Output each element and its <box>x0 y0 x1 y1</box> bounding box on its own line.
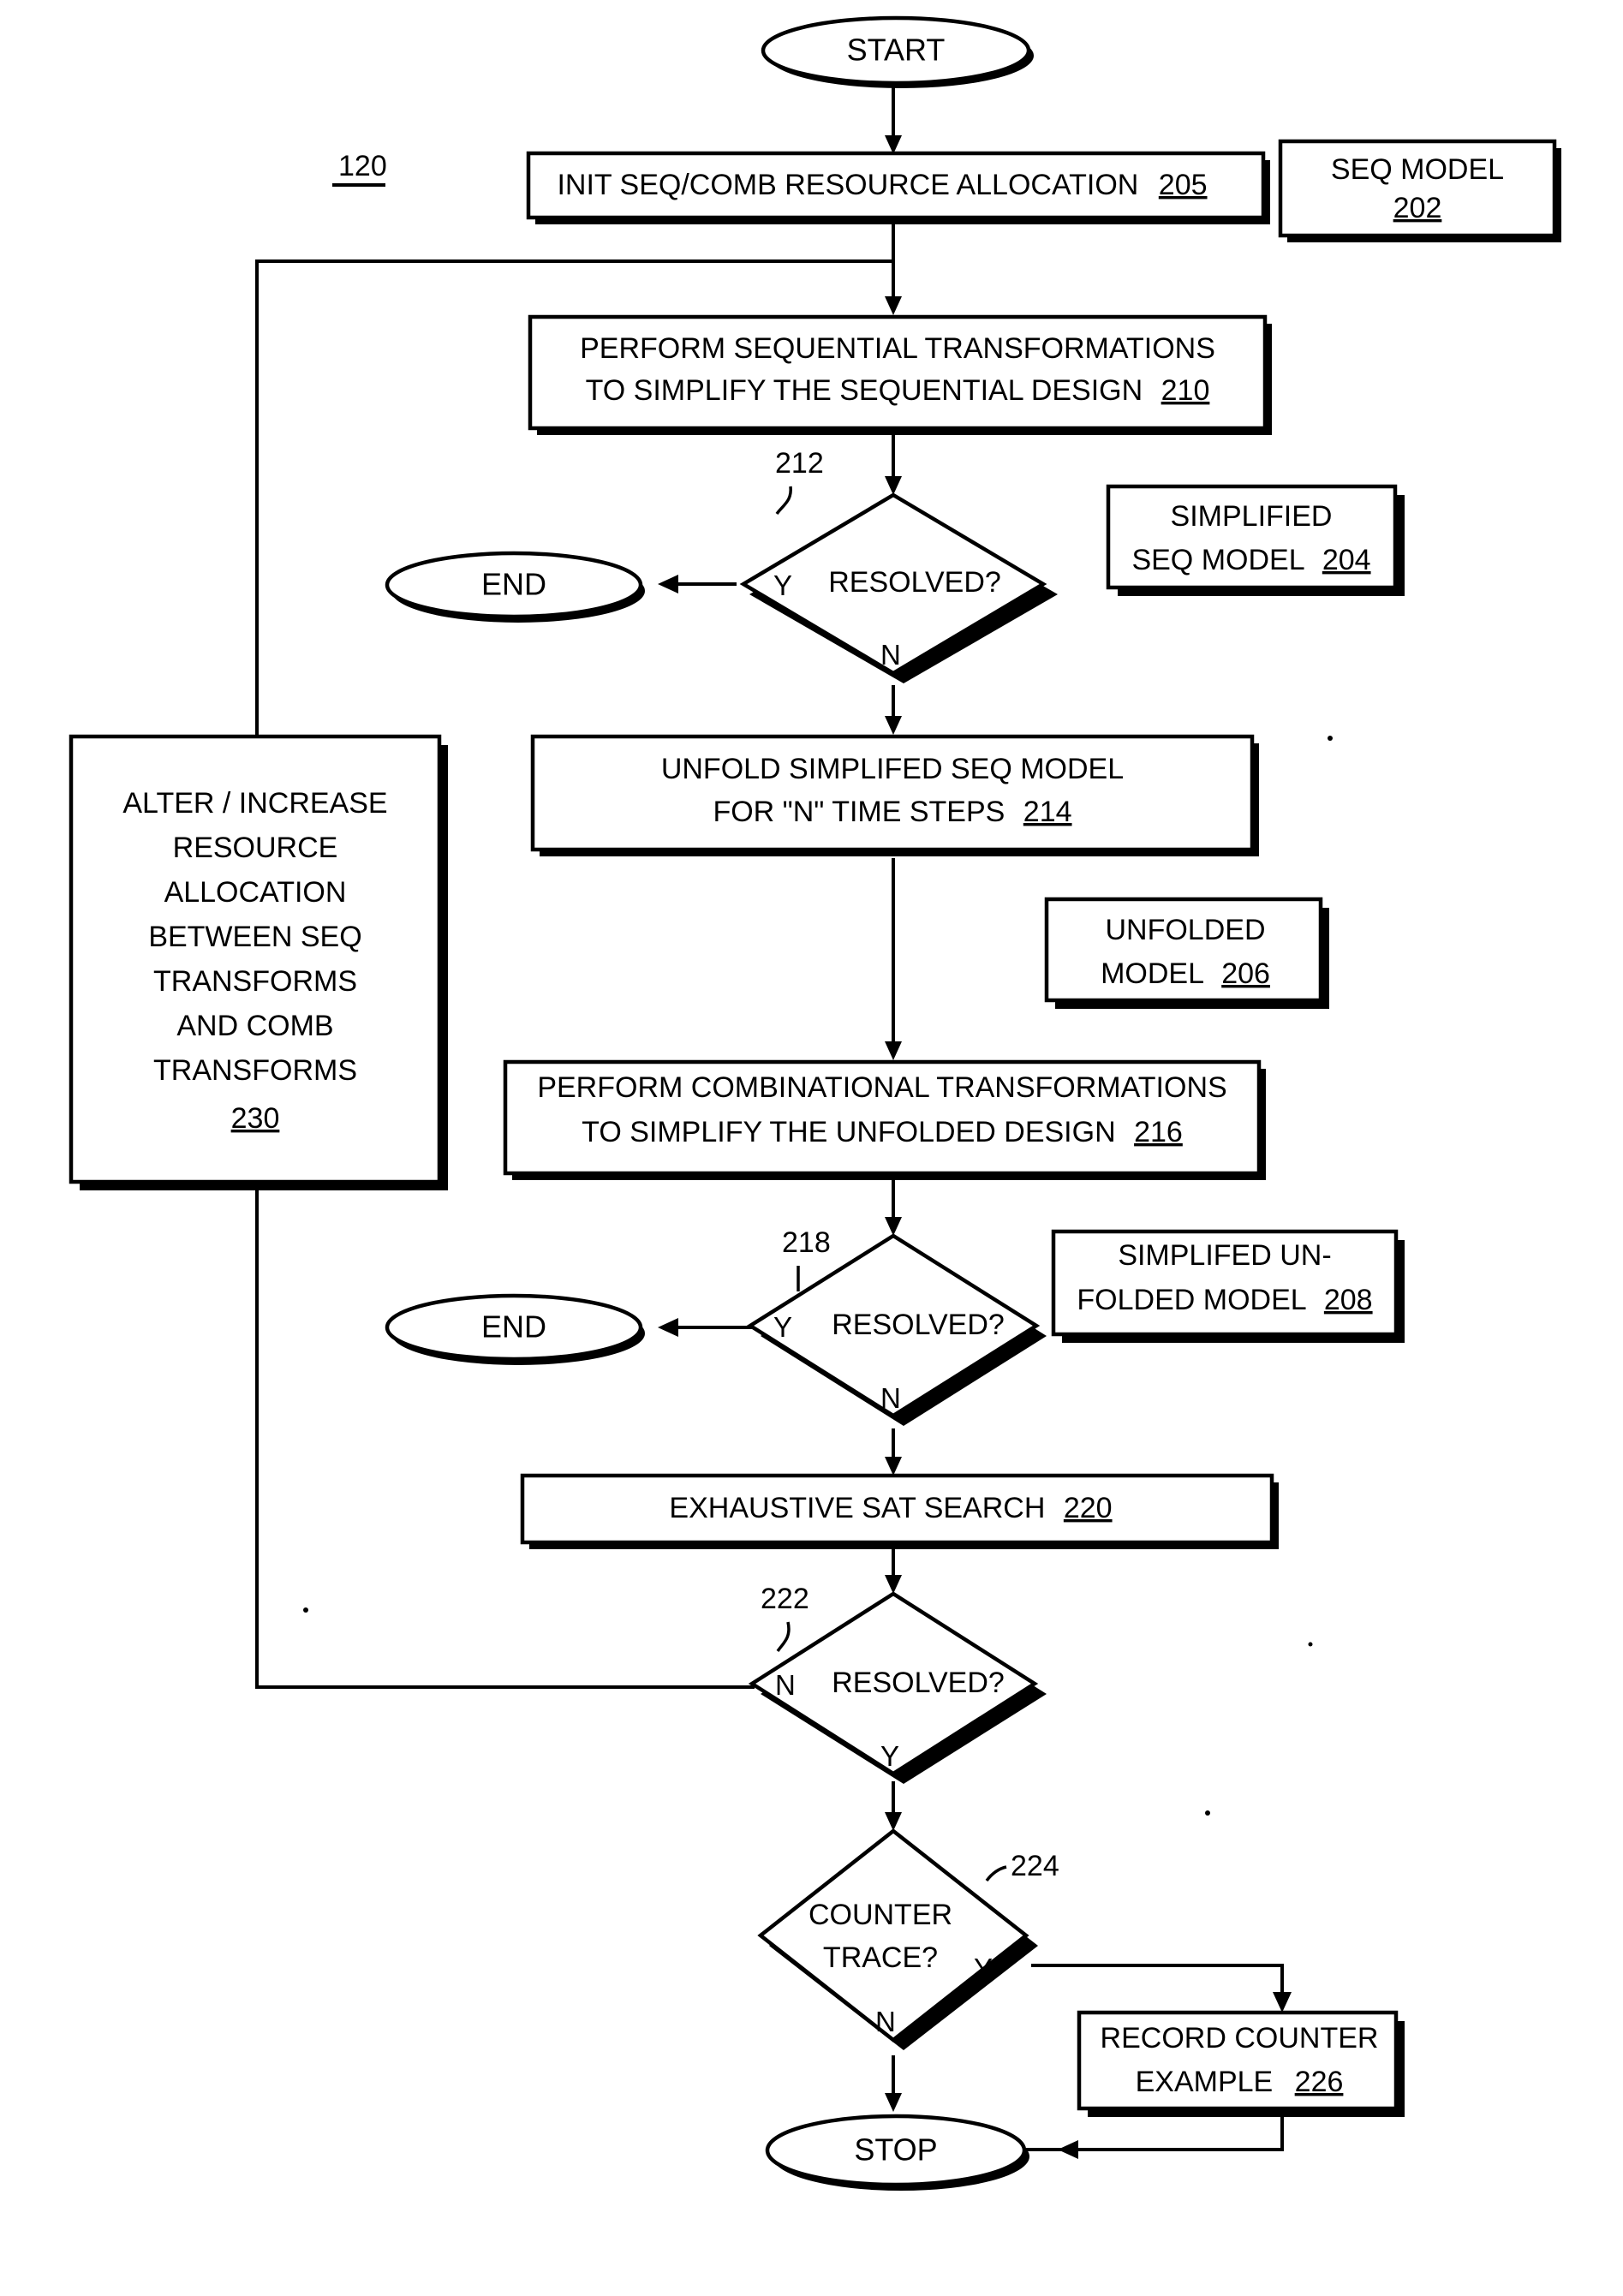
node-decision-218-yes: Y <box>773 1311 792 1343</box>
node-decision-222: RESOLVED? N Y 222 <box>748 1583 1047 1784</box>
node-unfolded-model-ref: 206 <box>1221 957 1270 990</box>
node-unfolded-model-line2: MODEL <box>1101 957 1203 990</box>
node-decision-212-label: RESOLVED? <box>828 566 1001 599</box>
figure-label-text: 120 <box>338 150 387 182</box>
node-unfolded-model-line1: UNFOLDED <box>1105 914 1265 946</box>
svg-text:INIT SEQ/COMB RESOURCE ALLOCAT: INIT SEQ/COMB RESOURCE ALLOCATION 205 <box>557 169 1207 201</box>
node-decision-222-ref: 222 <box>761 1583 809 1615</box>
figure-label: 120 <box>332 150 387 187</box>
node-decision-218: RESOLVED? Y N 218 <box>746 1226 1047 1426</box>
node-unfold: UNFOLD SIMPLIFED SEQ MODEL FOR "N" TIME … <box>530 734 1259 856</box>
node-alter-increase-line-3: BETWEEN SEQ <box>148 921 361 953</box>
svg-text:TO SIMPLIFY THE UNFOLDED DESIG: TO SIMPLIFY THE UNFOLDED DESIGN 216 <box>582 1116 1183 1148</box>
node-simplified-unfolded-model-line2: FOLDED MODEL <box>1077 1284 1305 1316</box>
node-simplified-unfolded-model: SIMPLIFED UN- FOLDED MODEL 208 <box>1051 1229 1405 1343</box>
flowchart-canvas: 120 START INIT SEQ/COMB RESOURCE ALLOCAT… <box>0 0 1623 2296</box>
node-alter-increase-ref: 230 <box>231 1102 280 1135</box>
node-end-218: END <box>385 1293 645 1365</box>
svg-text:SEQ MODEL 204: SEQ MODEL 204 <box>1131 544 1370 576</box>
node-simplified-seq-model: SIMPLIFIED SEQ MODEL 204 <box>1106 484 1405 596</box>
node-comb-transform-line1: PERFORM COMBINATIONAL TRANSFORMATIONS <box>537 1071 1226 1104</box>
node-decision-222-yes: Y <box>880 1740 899 1772</box>
node-decision-218-no: N <box>880 1382 901 1414</box>
node-simplified-seq-model-line1: SIMPLIFIED <box>1171 500 1333 533</box>
node-alter-increase-line-5: AND COMB <box>176 1010 333 1042</box>
node-comb-transform-ref: 216 <box>1134 1116 1183 1148</box>
node-init-allocation-ref: 205 <box>1159 169 1208 201</box>
node-comb-transform-line2: TO SIMPLIFY THE UNFOLDED DESIGN <box>582 1116 1115 1148</box>
svg-text:EXAMPLE 226: EXAMPLE 226 <box>1136 2066 1344 2098</box>
node-init-allocation: INIT SEQ/COMB RESOURCE ALLOCATION 205 <box>526 151 1270 224</box>
node-simplified-unfolded-model-line1: SIMPLIFED UN- <box>1118 1239 1331 1272</box>
node-sat-search-text: EXHAUSTIVE SAT SEARCH <box>669 1492 1045 1524</box>
node-simplified-seq-model-ref: 204 <box>1322 544 1371 576</box>
node-init-allocation-text: INIT SEQ/COMB RESOURCE ALLOCATION <box>557 169 1138 201</box>
node-decision-218-ref: 218 <box>782 1226 831 1259</box>
node-decision-212-no: N <box>880 639 901 671</box>
node-simplified-seq-model-line2: SEQ MODEL <box>1131 544 1304 576</box>
node-end-212-label: END <box>481 567 546 602</box>
node-decision-224-line2: TRACE? <box>823 1941 938 1974</box>
node-decision-224-yes: Y <box>974 1953 993 1984</box>
svg-text:FOLDED MODEL 208: FOLDED MODEL 208 <box>1077 1284 1372 1316</box>
node-alter-increase-line-2: ALLOCATION <box>164 876 347 909</box>
node-unfolded-model: UNFOLDED MODEL 206 <box>1044 897 1329 1009</box>
node-decision-224: COUNTER TRACE? Y N 224 <box>757 1828 1059 2050</box>
node-unfold-line2: FOR "N" TIME STEPS <box>713 796 1005 828</box>
node-stop: STOP <box>765 2114 1029 2191</box>
svg-text:TO SIMPLIFY THE SEQUENTIAL DES: TO SIMPLIFY THE SEQUENTIAL DESIGN 210 <box>586 374 1210 407</box>
node-record-counter-line1: RECORD COUNTER <box>1101 2022 1379 2054</box>
node-alter-increase-line-0: ALTER / INCREASE <box>122 787 387 820</box>
node-alter-increase-line-4: TRANSFORMS <box>153 965 357 998</box>
node-seq-model: SEQ MODEL 202 <box>1278 139 1561 242</box>
node-start: START <box>761 15 1034 88</box>
node-record-counter-ref: 226 <box>1295 2066 1344 2098</box>
node-decision-224-ref: 224 <box>1011 1850 1059 1882</box>
node-unfold-ref: 214 <box>1023 796 1072 828</box>
node-comb-transform: PERFORM COMBINATIONAL TRANSFORMATIONS TO… <box>503 1059 1266 1180</box>
node-end-212: END <box>385 551 645 623</box>
node-end-218-label: END <box>481 1309 546 1345</box>
node-decision-212-yes: Y <box>773 570 792 601</box>
node-seq-model-ref: 202 <box>1393 192 1442 224</box>
node-start-label: START <box>847 33 946 68</box>
node-decision-222-no: N <box>775 1669 796 1701</box>
node-decision-224-line1: COUNTER <box>809 1899 952 1931</box>
node-decision-212: RESOLVED? Y N 212 <box>739 447 1058 683</box>
node-seq-model-title: SEQ MODEL <box>1331 153 1504 186</box>
node-alter-increase: ALTER / INCREASE RESOURCE ALLOCATION BET… <box>69 734 448 1190</box>
node-alter-increase-line-6: TRANSFORMS <box>153 1054 357 1087</box>
node-stop-label: STOP <box>854 2132 937 2168</box>
svg-text:MODEL 206: MODEL 206 <box>1101 957 1270 990</box>
node-sat-search: EXHAUSTIVE SAT SEARCH 220 <box>520 1473 1279 1549</box>
node-sat-search-ref: 220 <box>1064 1492 1113 1524</box>
node-seq-transform-ref: 210 <box>1161 374 1210 407</box>
svg-text:EXHAUSTIVE SAT SEARCH 22: EXHAUSTIVE SAT SEARCH 220 <box>669 1492 1112 1524</box>
node-alter-increase-line-1: RESOURCE <box>173 832 338 864</box>
node-seq-transform: PERFORM SEQUENTIAL TRANSFORMATIONS TO SI… <box>528 314 1272 435</box>
node-decision-218-label: RESOLVED? <box>832 1309 1005 1341</box>
node-simplified-unfolded-model-ref: 208 <box>1324 1284 1373 1316</box>
node-unfold-line1: UNFOLD SIMPLIFED SEQ MODEL <box>661 753 1124 785</box>
node-decision-224-no: N <box>875 2006 896 2037</box>
node-decision-222-label: RESOLVED? <box>832 1667 1005 1699</box>
node-record-counter-line2: EXAMPLE <box>1136 2066 1274 2098</box>
node-seq-transform-line2: TO SIMPLIFY THE SEQUENTIAL DESIGN <box>586 374 1143 407</box>
node-decision-212-ref: 212 <box>775 447 824 480</box>
node-record-counter: RECORD COUNTER EXAMPLE 226 <box>1077 2010 1405 2117</box>
node-seq-transform-line1: PERFORM SEQUENTIAL TRANSFORMATIONS <box>580 332 1215 365</box>
